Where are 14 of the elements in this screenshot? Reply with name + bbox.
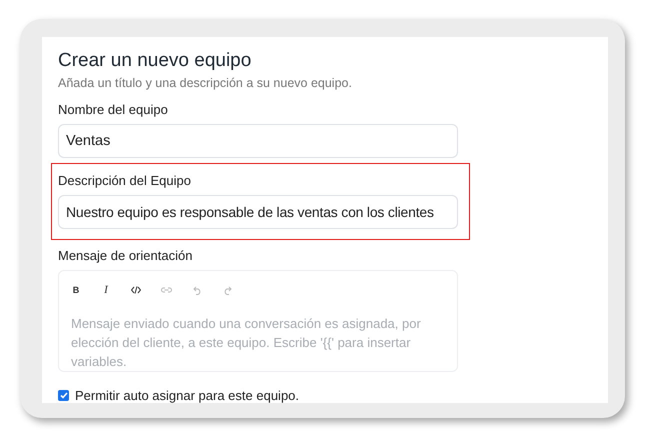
checkbox-label: Permitir auto asignar para este equipo. xyxy=(75,388,300,403)
form-subtitle: Añada un título y una descripción a su nuevo equipo. xyxy=(58,75,353,91)
editor-placeholder: Mensaje enviado cuando una conversación es asignada, por elección del cliente, a este equipo. Escribe '{{' para insertar variables. xyxy=(71,315,422,371)
field-label: Descripción del Equipo xyxy=(58,173,192,189)
code-button[interactable] xyxy=(131,286,141,294)
field-label: Mensaje de orientación xyxy=(58,248,194,264)
auto-assign-checkbox[interactable] xyxy=(58,390,69,401)
italic-button[interactable]: I xyxy=(101,284,111,296)
input-field[interactable]: Ventas xyxy=(58,124,458,158)
bold-button[interactable]: B xyxy=(71,285,81,295)
input-field[interactable]: Nuestro equipo es responsable de las ventas con los clientes xyxy=(58,195,458,229)
form-title: Crear un nuevo equipo xyxy=(58,49,252,73)
message-editor[interactable]: B I Mensaje enviado cuando una conversación es asignada, por elección del cliente, a este equipo. Escribe '{{' para insertar variables. xyxy=(58,270,458,372)
field-label: Nombre del equipo xyxy=(58,102,169,118)
